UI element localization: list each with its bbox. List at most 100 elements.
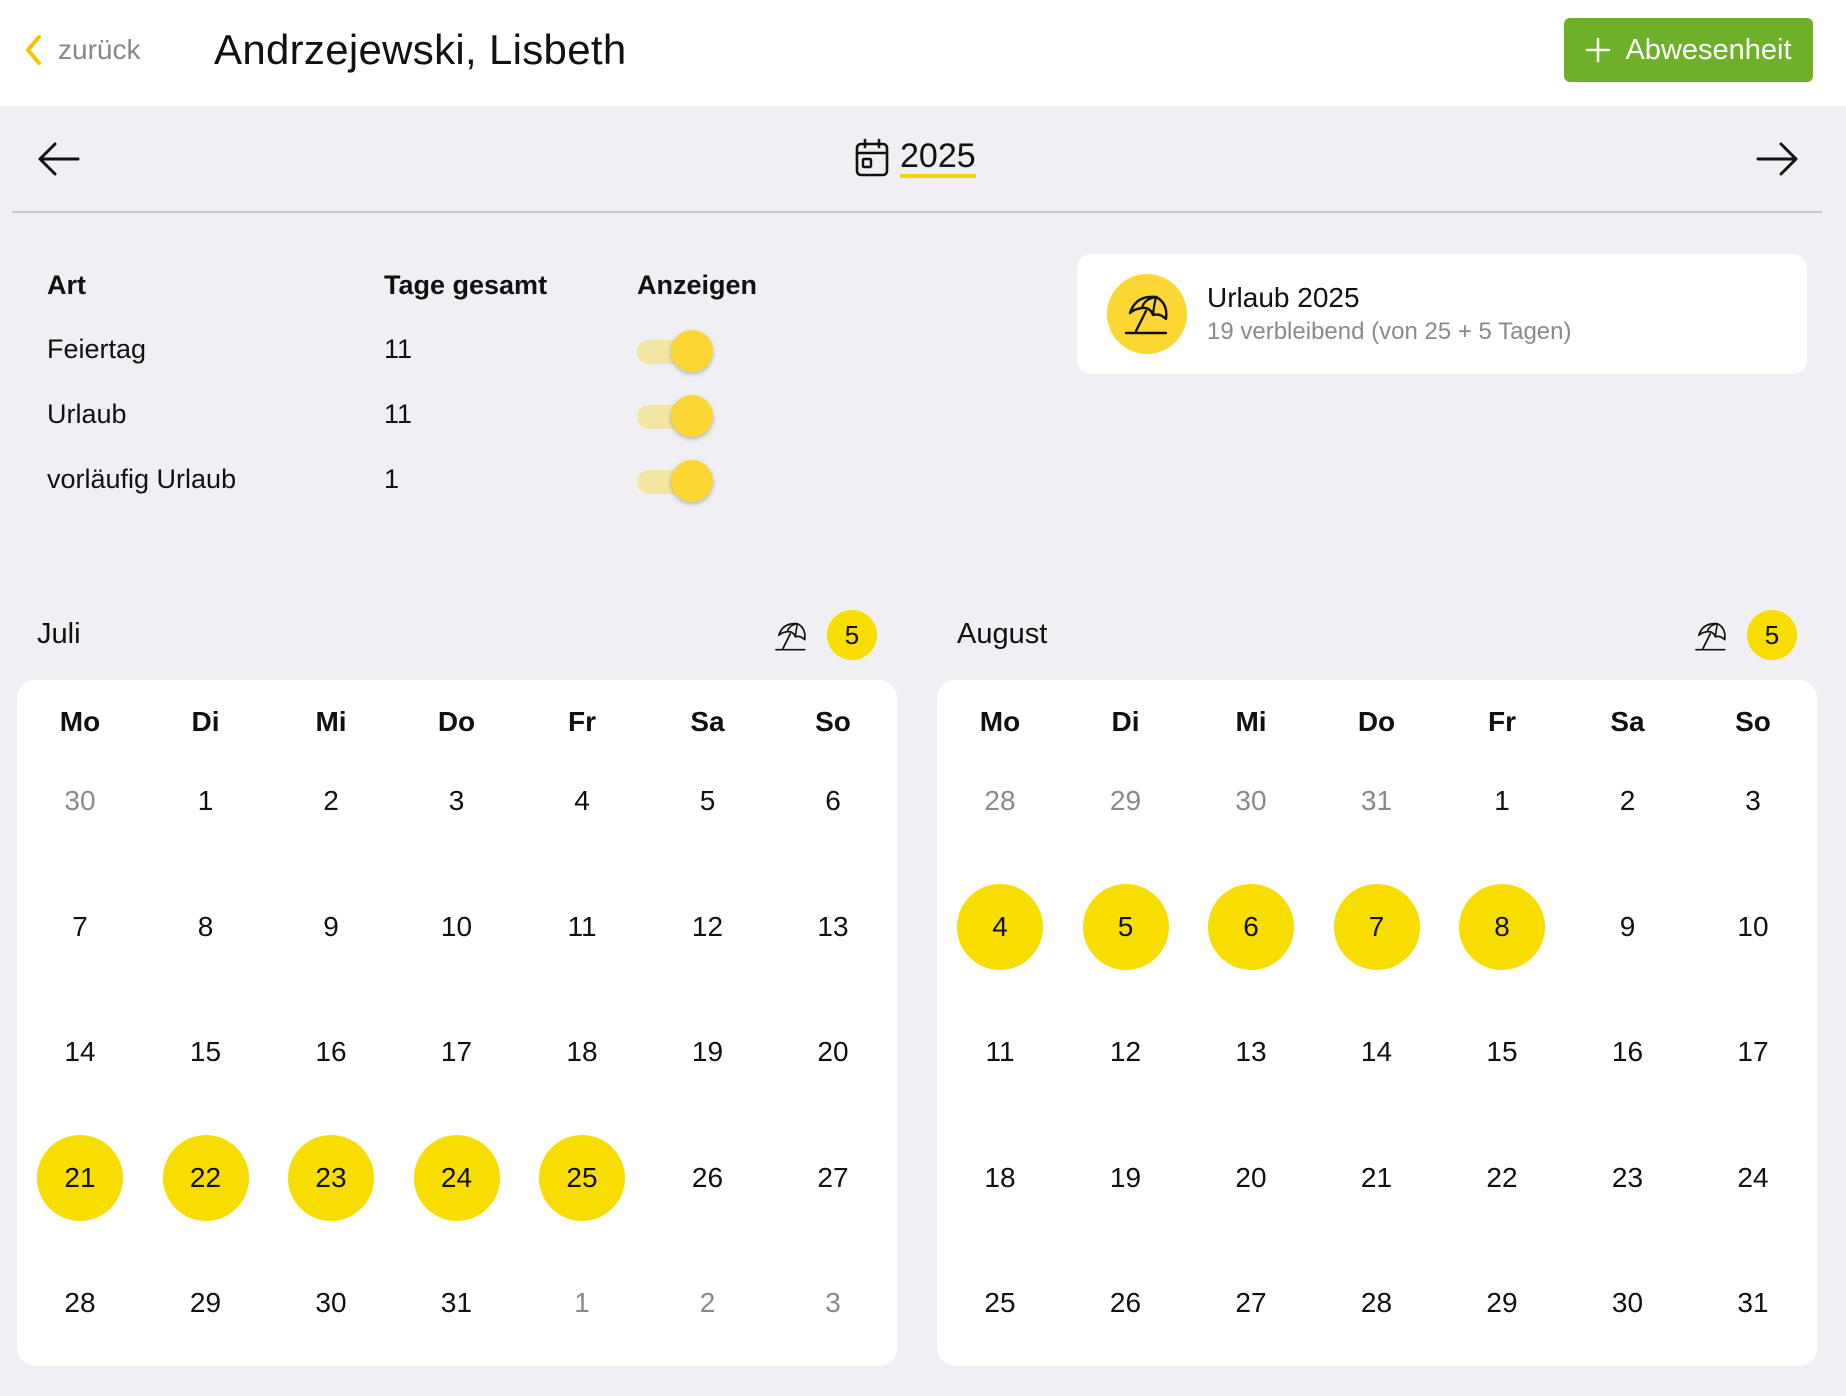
calendar-day[interactable]: 19: [665, 1009, 751, 1095]
vacation-card-title: Urlaub 2025: [1207, 282, 1360, 313]
show-toggle-urlaub[interactable]: [637, 395, 713, 439]
calendar-day[interactable]: 27: [1208, 1260, 1294, 1346]
calendar-day[interactable]: 12: [665, 884, 751, 970]
weekday-header: Sa: [1610, 706, 1645, 737]
add-absence-label: Abwesenheit: [1625, 33, 1792, 66]
weekday-header: Fr: [568, 706, 596, 737]
calendar-day[interactable]: 14: [1334, 1009, 1420, 1095]
calendar-day[interactable]: 26: [665, 1135, 751, 1221]
show-toggle-vorlaeufig-urlaub[interactable]: [637, 460, 713, 504]
show-toggle-feiertag[interactable]: [637, 330, 713, 374]
month-title-juli: Juli: [37, 618, 81, 650]
calendar-day[interactable]: 4: [539, 758, 625, 844]
calendar-day[interactable]: 10: [1710, 884, 1796, 970]
beach-umbrella-icon: [1695, 622, 1726, 651]
vacation-summary-card: Urlaub 2025 19 verbleibend (von 25 + 5 T…: [1077, 254, 1807, 374]
calendar-day[interactable]: 11: [957, 1009, 1043, 1095]
calendar-day[interactable]: 9: [1585, 884, 1671, 970]
page-title: Andrzejewski, Lisbeth: [214, 26, 627, 73]
calendar-day[interactable]: 3: [790, 1260, 876, 1346]
calendar-day[interactable]: 2: [288, 758, 374, 844]
top-bar: zurück Andrzejewski, Lisbeth Abwesenheit: [0, 0, 1846, 106]
previous-year-arrow-icon[interactable]: [36, 136, 82, 182]
weekday-header: Di: [1111, 706, 1140, 737]
back-button[interactable]: zurück: [22, 30, 140, 70]
calendar-day[interactable]: 22: [1459, 1135, 1545, 1221]
calendar-day[interactable]: 1: [1459, 758, 1545, 844]
weekday-header: Mo: [979, 706, 1021, 737]
calendar-day[interactable]: 16: [288, 1009, 374, 1095]
calendar-day-vacation[interactable]: 22: [162, 1134, 249, 1221]
calendar-day[interactable]: 15: [1459, 1009, 1545, 1095]
calendar-day[interactable]: 2: [665, 1260, 751, 1346]
weekday-header: Do: [1357, 706, 1396, 737]
calendar-day[interactable]: 14: [37, 1009, 123, 1095]
calendar-day[interactable]: 29: [1083, 758, 1169, 844]
calendar-day[interactable]: 28: [37, 1260, 123, 1346]
toggle-knob: [671, 330, 713, 372]
calendar-day[interactable]: 11: [539, 884, 625, 970]
calendar-day-vacation[interactable]: 25: [539, 1134, 625, 1221]
calendar-day[interactable]: 6: [790, 758, 876, 844]
calendar-day[interactable]: 29: [163, 1260, 249, 1346]
column-header-show: Anzeigen: [637, 270, 758, 300]
calendar-day-vacation[interactable]: 21: [37, 1134, 123, 1221]
calendar-day[interactable]: 3: [1710, 758, 1796, 844]
calendar-day[interactable]: 18: [957, 1135, 1043, 1221]
calendar-day[interactable]: 25: [957, 1260, 1043, 1346]
calendar-day[interactable]: 31: [414, 1260, 500, 1346]
row-days-value: 11: [384, 399, 413, 429]
calendar-day[interactable]: 24: [1710, 1135, 1796, 1221]
calendar-day[interactable]: 28: [957, 758, 1043, 844]
next-year-arrow-icon[interactable]: [1754, 136, 1800, 182]
weekday-header: Di: [191, 706, 220, 737]
calendar-day[interactable]: 28: [1334, 1260, 1420, 1346]
calendar-day[interactable]: 17: [414, 1009, 500, 1095]
add-absence-button[interactable]: Abwesenheit: [1564, 18, 1813, 82]
calendar-day-vacation[interactable]: 7: [1333, 883, 1420, 970]
calendar-day[interactable]: 19: [1083, 1135, 1169, 1221]
calendar-day[interactable]: 27: [790, 1135, 876, 1221]
calendar-day-vacation[interactable]: 6: [1208, 883, 1294, 970]
calendar-day[interactable]: 31: [1334, 758, 1420, 844]
row-type-label: vorläufig Urlaub: [47, 464, 237, 494]
calendar-day-vacation[interactable]: 5: [1082, 883, 1169, 970]
calendar-day[interactable]: 30: [288, 1260, 374, 1346]
calendar-day[interactable]: 13: [1208, 1009, 1294, 1095]
chevron-left-icon: [26, 35, 41, 65]
calendar-day[interactable]: 13: [790, 884, 876, 970]
calendar-day[interactable]: 29: [1459, 1260, 1545, 1346]
calendar-day[interactable]: 17: [1710, 1009, 1796, 1095]
weekday-header: Do: [437, 706, 476, 737]
calendar-day[interactable]: 15: [163, 1009, 249, 1095]
vacation-count-badge: 5: [827, 610, 877, 660]
calendar-day[interactable]: 5: [665, 758, 751, 844]
calendar-day[interactable]: 23: [1585, 1135, 1671, 1221]
calendar-day-vacation[interactable]: 4: [957, 883, 1043, 970]
calendar-day[interactable]: 16: [1585, 1009, 1671, 1095]
calendar-day[interactable]: 8: [163, 884, 249, 970]
calendar-day[interactable]: 1: [539, 1260, 625, 1346]
calendar-day[interactable]: 30: [37, 758, 123, 844]
calendar-day[interactable]: 21: [1334, 1135, 1420, 1221]
calendar-day[interactable]: 31: [1710, 1260, 1796, 1346]
year-selector[interactable]: 2025: [854, 138, 976, 178]
calendar-day-vacation[interactable]: 23: [288, 1134, 374, 1221]
calendar-day[interactable]: 30: [1585, 1260, 1671, 1346]
calendar-day[interactable]: 26: [1083, 1260, 1169, 1346]
toggle-knob: [671, 395, 713, 437]
calendar-day[interactable]: 9: [288, 884, 374, 970]
calendar-day[interactable]: 1: [163, 758, 249, 844]
calendar-day[interactable]: 7: [37, 884, 123, 970]
calendar-day[interactable]: 12: [1083, 1009, 1169, 1095]
calendar-day-vacation[interactable]: 8: [1459, 883, 1545, 970]
calendar-day[interactable]: 20: [790, 1009, 876, 1095]
year-navigation: 2025: [12, 106, 1822, 213]
calendar-day[interactable]: 20: [1208, 1135, 1294, 1221]
calendar-day-vacation[interactable]: 24: [413, 1134, 500, 1221]
calendar-day[interactable]: 10: [414, 884, 500, 970]
calendar-day[interactable]: 2: [1585, 758, 1671, 844]
calendar-day[interactable]: 18: [539, 1009, 625, 1095]
calendar-day[interactable]: 3: [414, 758, 500, 844]
calendar-day[interactable]: 30: [1208, 758, 1294, 844]
